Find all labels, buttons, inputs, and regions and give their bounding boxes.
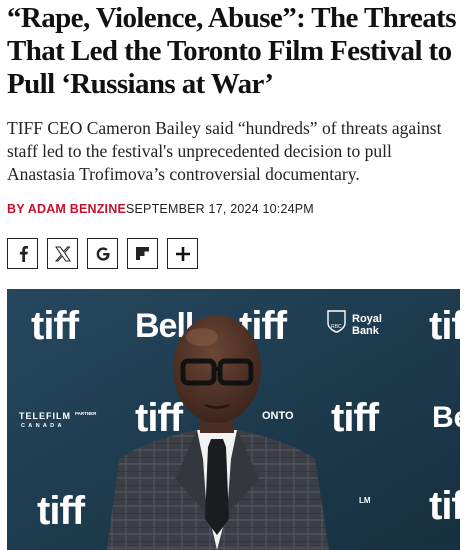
svg-text:RBC: RBC — [331, 324, 342, 330]
tiff-logo-6: tiff — [37, 489, 86, 533]
lm-logo: LM — [359, 496, 371, 505]
hero-photo: tiff Bell tiff tiff tiff tiff Be tiff ti… — [7, 289, 460, 550]
byline-prefix: BY — [7, 202, 28, 216]
hero-image: tiff Bell tiff tiff tiff tiff Be tiff ti… — [7, 289, 460, 550]
tiff-logo-4: tiff — [135, 396, 184, 440]
share-bar — [7, 238, 457, 269]
telefilm-country: C A N A D A — [21, 423, 62, 429]
flipboard-icon — [135, 246, 150, 261]
author-link[interactable]: ADAM BENZINE — [28, 202, 126, 216]
share-google-button[interactable] — [87, 238, 118, 269]
article-dek: TIFF CEO Cameron Bailey said “hundreds” … — [7, 118, 442, 184]
telefilm-partner: PARTNER — [75, 411, 97, 416]
share-more-button[interactable] — [167, 238, 198, 269]
article-header: “Rape, Violence, Abuse”: The Threats Tha… — [7, 0, 457, 269]
tiff-logo-3: tiff — [429, 304, 460, 348]
tiff-logo-7: tiff — [429, 484, 460, 528]
byline: BY ADAM BENZINE — [7, 201, 126, 217]
facebook-icon — [16, 245, 30, 262]
share-flipboard-button[interactable] — [127, 238, 158, 269]
byline-row: BY ADAM BENZINE SEPTEMBER 17, 2024 10:24… — [7, 201, 457, 217]
publish-date: SEPTEMBER 17, 2024 10:24PM — [125, 202, 314, 216]
article-headline: “Rape, Violence, Abuse”: The Threats Tha… — [7, 2, 456, 100]
share-x-button[interactable] — [47, 238, 78, 269]
onto-logo: ONTO — [262, 410, 294, 422]
google-icon — [95, 246, 111, 262]
telefilm-logo: TELEFILM — [19, 411, 71, 421]
svg-text:Royal: Royal — [352, 313, 382, 325]
x-icon — [54, 246, 71, 262]
tiff-logo: tiff — [31, 304, 80, 348]
tiff-logo-5: tiff — [331, 396, 380, 440]
plus-icon — [175, 246, 191, 262]
share-facebook-button[interactable] — [7, 238, 38, 269]
bell-logo-2: Be — [432, 401, 460, 434]
svg-text:Bank: Bank — [352, 325, 380, 337]
